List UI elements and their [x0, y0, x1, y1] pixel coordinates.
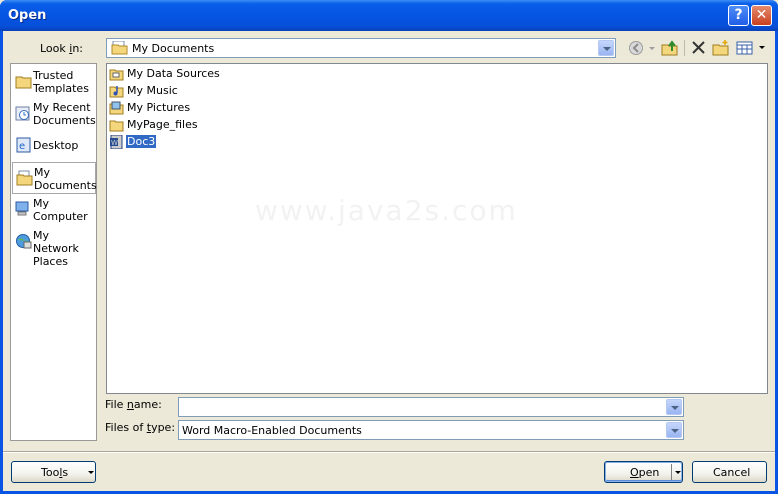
look-in-value: My Documents	[132, 42, 215, 55]
tools-label: Tools	[41, 466, 69, 479]
desktop-icon: e	[15, 137, 32, 154]
place-my-network-places[interactable]: My Network Places	[12, 226, 96, 268]
open-dropdown-icon[interactable]	[675, 471, 681, 474]
place-desktop[interactable]: e Desktop	[12, 130, 96, 162]
delete-icon	[692, 41, 705, 54]
look-in-label: Look in:	[40, 42, 84, 55]
new-folder-button[interactable]	[712, 40, 730, 56]
svg-text:e: e	[19, 141, 25, 152]
delete-button[interactable]	[690, 40, 708, 56]
files-of-type-select[interactable]: Word Macro-Enabled Documents	[178, 420, 684, 440]
close-icon: ✕	[755, 7, 768, 23]
data-folder-icon	[109, 67, 124, 81]
svg-text:W: W	[111, 139, 118, 147]
file-list[interactable]: www.java2s.com My Data Sources My Music …	[106, 63, 768, 394]
tools-dropdown-icon	[88, 471, 94, 474]
files-of-type-value: Word Macro-Enabled Documents	[182, 424, 362, 437]
open-button[interactable]: Open	[604, 461, 683, 483]
back-dropdown-icon[interactable]	[649, 47, 655, 50]
views-icon	[736, 41, 753, 55]
files-of-type-label: Files of type:	[105, 421, 176, 434]
files-of-type-dropdown-arrow[interactable]	[666, 422, 682, 438]
place-label: Trusted Templates	[33, 69, 89, 95]
place-my-computer[interactable]: My Computer	[12, 194, 96, 226]
look-in-combo[interactable]: My Documents	[106, 38, 616, 58]
places-bar: Trusted Templates My Recent Documents e …	[10, 63, 97, 441]
place-label: My Recent Documents	[33, 101, 96, 127]
cancel-button[interactable]: Cancel	[692, 461, 767, 483]
back-icon	[629, 41, 643, 55]
trusted-templates-icon	[15, 73, 32, 90]
word-document-icon: W	[109, 134, 124, 150]
tools-button[interactable]: Tools	[11, 461, 96, 483]
button-divider	[3, 451, 775, 453]
file-name-label: File name:	[105, 398, 162, 411]
file-name-dropdown-arrow[interactable]	[666, 399, 682, 415]
recent-documents-icon	[15, 105, 32, 122]
network-places-icon	[15, 233, 32, 250]
place-trusted-templates[interactable]: Trusted Templates	[12, 66, 96, 98]
cancel-label: Cancel	[713, 466, 751, 479]
close-button[interactable]: ✕	[751, 5, 772, 26]
views-dropdown-icon[interactable]	[759, 46, 765, 49]
place-label: My Network Places	[33, 229, 79, 268]
new-folder-icon	[712, 40, 729, 56]
my-documents-place-icon	[16, 170, 33, 187]
open-split-separator	[671, 464, 672, 480]
place-label: My Documents	[34, 166, 97, 192]
file-name-input[interactable]	[178, 397, 684, 417]
toolbar-separator	[684, 40, 685, 56]
pictures-folder-icon	[109, 101, 124, 115]
title-bar[interactable]: Open ? ✕	[0, 0, 778, 31]
place-my-recent-documents[interactable]: My Recent Documents	[12, 98, 96, 130]
music-folder-icon	[109, 84, 124, 98]
help-icon: ?	[734, 7, 743, 23]
watermark: www.java2s.com	[255, 194, 518, 227]
views-button[interactable]	[736, 40, 754, 56]
look-in-dropdown-arrow[interactable]	[598, 40, 614, 56]
place-my-documents[interactable]: My Documents	[12, 162, 97, 194]
dialog-title: Open	[8, 8, 47, 23]
place-label: Desktop	[33, 139, 79, 152]
my-documents-icon	[111, 40, 128, 58]
my-computer-icon	[15, 201, 32, 218]
folder-icon	[109, 118, 124, 132]
up-folder-icon	[661, 40, 678, 56]
place-label: My Computer	[33, 197, 88, 223]
up-folder-button[interactable]	[661, 40, 679, 56]
help-button[interactable]: ?	[728, 5, 749, 26]
open-label: Open	[630, 466, 660, 479]
back-button[interactable]	[628, 40, 646, 56]
